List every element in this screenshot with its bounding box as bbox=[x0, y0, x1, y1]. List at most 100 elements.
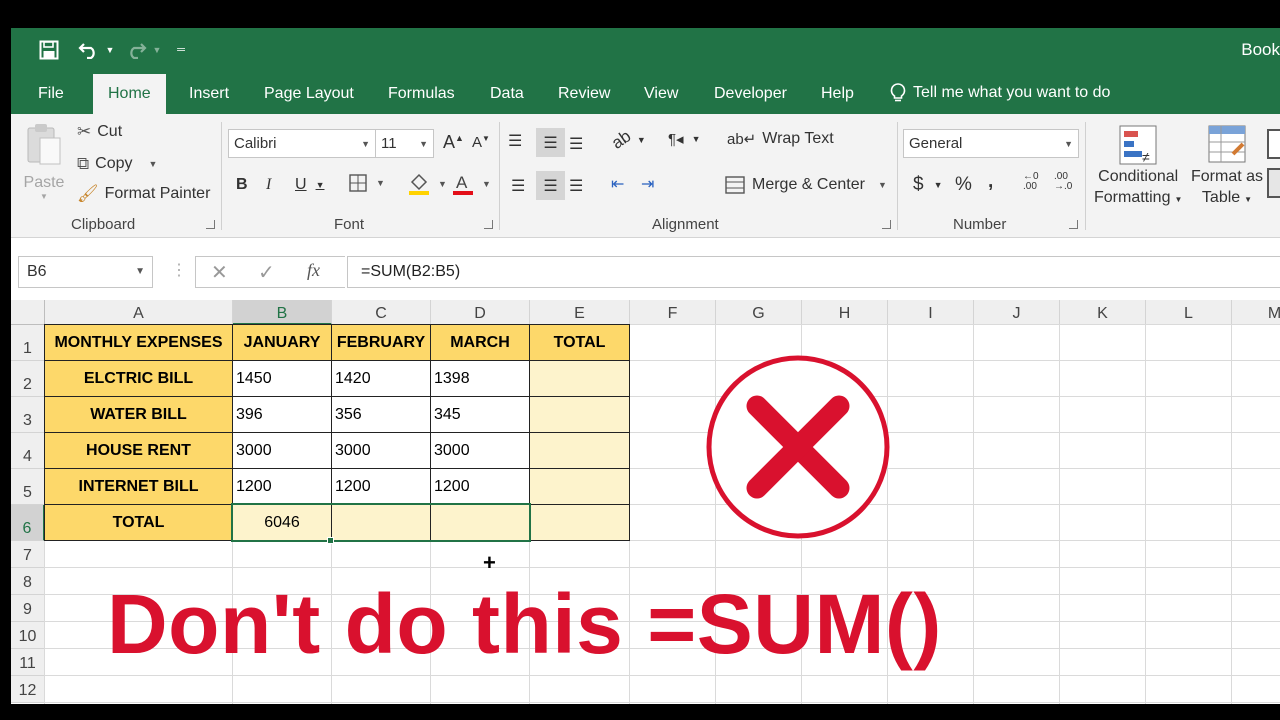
value-cell[interactable]: 3000 bbox=[232, 432, 332, 469]
align-left-button[interactable]: ☰ bbox=[511, 176, 525, 196]
italic-button[interactable]: I bbox=[266, 176, 271, 194]
column-header-k[interactable]: K bbox=[1060, 300, 1146, 325]
insert-function-button[interactable]: fx bbox=[307, 260, 320, 281]
format-painter-button[interactable]: 🖌 Format Painter bbox=[77, 184, 210, 204]
row-header-10[interactable]: 10 bbox=[11, 622, 45, 649]
row-label-cell[interactable]: HOUSE RENT bbox=[44, 432, 233, 469]
tab-review[interactable]: Review bbox=[558, 72, 610, 114]
cancel-icon[interactable]: ✕ bbox=[211, 260, 228, 285]
total-column-cell[interactable] bbox=[529, 360, 630, 397]
undo-icon[interactable] bbox=[77, 36, 101, 64]
fill-handle[interactable] bbox=[327, 537, 334, 544]
orientation-button[interactable]: ab ▼ bbox=[608, 126, 646, 152]
formula-input[interactable]: =SUM(B2:B5) bbox=[347, 256, 1280, 288]
value-cell[interactable]: 1200 bbox=[430, 468, 530, 505]
bold-button[interactable]: B bbox=[236, 176, 248, 194]
row-header-11[interactable]: 11 bbox=[11, 649, 45, 676]
alignment-launcher-icon[interactable] bbox=[882, 220, 891, 229]
font-family-select[interactable]: Calibri ▼ bbox=[228, 129, 376, 158]
column-header-e[interactable]: E bbox=[530, 300, 630, 325]
enter-check-icon[interactable]: ✓ bbox=[258, 260, 275, 285]
percent-button[interactable]: % bbox=[955, 174, 972, 196]
redo-dropdown-icon[interactable]: ▼ bbox=[151, 36, 163, 64]
merge-center-button[interactable]: Merge & Center ▼ bbox=[725, 176, 887, 194]
tab-home[interactable]: Home bbox=[93, 74, 166, 114]
header-cell[interactable]: JANUARY bbox=[232, 324, 332, 361]
align-center-button[interactable]: ☰ bbox=[536, 171, 565, 200]
column-header-h[interactable]: H bbox=[802, 300, 888, 325]
column-header-a[interactable]: A bbox=[45, 300, 233, 325]
underline-button[interactable]: U ▼ bbox=[295, 176, 324, 194]
currency-button[interactable]: $ ▼ bbox=[913, 174, 943, 196]
row-header-1[interactable]: 1 bbox=[11, 325, 45, 361]
row-header-8[interactable]: 8 bbox=[11, 568, 45, 595]
tab-developer[interactable]: Developer bbox=[714, 72, 787, 114]
total-column-cell[interactable] bbox=[529, 468, 630, 505]
value-cell[interactable]: 3000 bbox=[331, 432, 431, 469]
row-label-cell[interactable]: WATER BILL bbox=[44, 396, 233, 433]
paste-button[interactable]: Paste ▼ bbox=[23, 122, 65, 201]
column-header-l[interactable]: L bbox=[1146, 300, 1232, 325]
align-top-button[interactable]: ☰ bbox=[508, 128, 533, 153]
value-cell[interactable]: 1420 bbox=[331, 360, 431, 397]
total-label-cell[interactable]: TOTAL bbox=[44, 504, 233, 541]
column-header-d[interactable]: D bbox=[431, 300, 530, 325]
customize-toolbar-icon[interactable]: ═ bbox=[174, 36, 188, 64]
tab-page-layout[interactable]: Page Layout bbox=[264, 72, 354, 114]
header-cell[interactable]: MONTHLY EXPENSES bbox=[44, 324, 233, 361]
row-header-3[interactable]: 3 bbox=[11, 397, 45, 433]
comma-button[interactable]: , bbox=[988, 171, 993, 193]
font-size-select[interactable]: 11 ▼ bbox=[375, 129, 434, 158]
font-color-button[interactable]: A ▼ bbox=[452, 172, 491, 196]
value-cell[interactable]: 1450 bbox=[232, 360, 332, 397]
align-middle-button[interactable]: ☰ bbox=[536, 128, 565, 157]
row-label-cell[interactable]: ELCTRIC BILL bbox=[44, 360, 233, 397]
header-cell[interactable]: FEBRUARY bbox=[331, 324, 431, 361]
tab-view[interactable]: View bbox=[644, 72, 678, 114]
tell-me-search[interactable]: Tell me what you want to do bbox=[890, 72, 1110, 114]
select-all-corner[interactable] bbox=[11, 300, 45, 325]
cut-button[interactable]: ✂ Cut bbox=[77, 122, 122, 142]
row-header-5[interactable]: 5 bbox=[11, 469, 45, 505]
align-bottom-button[interactable]: ☰ bbox=[569, 134, 583, 154]
wrap-text-button[interactable]: ab↵ Wrap Text bbox=[727, 130, 834, 148]
tab-file[interactable]: File bbox=[38, 72, 64, 114]
name-box[interactable]: B6 ▼ bbox=[18, 256, 153, 288]
header-cell[interactable]: MARCH bbox=[430, 324, 530, 361]
row-header-12[interactable]: 12 bbox=[11, 676, 45, 703]
row-label-cell[interactable]: INTERNET BILL bbox=[44, 468, 233, 505]
increase-indent-button[interactable]: ⇥ bbox=[641, 174, 654, 194]
fill-color-button[interactable]: ▼ bbox=[408, 172, 447, 196]
tab-insert[interactable]: Insert bbox=[189, 72, 229, 114]
undo-dropdown-icon[interactable]: ▼ bbox=[104, 36, 116, 64]
format-as-table-button[interactable]: Format as Table ▼ bbox=[1191, 124, 1263, 210]
tab-data[interactable]: Data bbox=[490, 72, 524, 114]
redo-icon[interactable] bbox=[124, 36, 148, 64]
save-icon[interactable] bbox=[37, 36, 61, 64]
grand-total-cell[interactable] bbox=[529, 504, 630, 541]
value-cell[interactable]: 396 bbox=[232, 396, 332, 433]
decrease-decimal-button[interactable]: .00 →.0 bbox=[1054, 172, 1072, 192]
row-header-7[interactable]: 7 bbox=[11, 541, 45, 568]
cell-styles-preview[interactable] bbox=[1267, 168, 1280, 198]
column-header-g[interactable]: G bbox=[716, 300, 802, 325]
borders-button[interactable]: ▼ bbox=[349, 174, 385, 192]
decrease-indent-button[interactable]: ⇤ bbox=[611, 174, 624, 194]
value-cell[interactable]: 1200 bbox=[331, 468, 431, 505]
value-cell[interactable]: 3000 bbox=[430, 432, 530, 469]
column-header-j[interactable]: J bbox=[974, 300, 1060, 325]
align-right-button[interactable]: ☰ bbox=[569, 176, 583, 196]
total-column-cell[interactable] bbox=[529, 432, 630, 469]
row-header-9[interactable]: 9 bbox=[11, 595, 45, 622]
value-cell[interactable]: 356 bbox=[331, 396, 431, 433]
column-header-b[interactable]: B bbox=[233, 300, 332, 325]
column-header-i[interactable]: I bbox=[888, 300, 974, 325]
font-launcher-icon[interactable] bbox=[484, 220, 493, 229]
conditional-formatting-button[interactable]: ≠ Conditional Formatting ▼ bbox=[1094, 124, 1182, 210]
clipboard-launcher-icon[interactable] bbox=[206, 220, 215, 229]
number-launcher-icon[interactable] bbox=[1069, 220, 1078, 229]
tab-help[interactable]: Help bbox=[821, 72, 854, 114]
text-direction-button[interactable]: ¶◂ ▼ bbox=[668, 130, 701, 148]
row-header-2[interactable]: 2 bbox=[11, 361, 45, 397]
copy-button[interactable]: ⧉ Copy ▼ bbox=[77, 154, 157, 174]
